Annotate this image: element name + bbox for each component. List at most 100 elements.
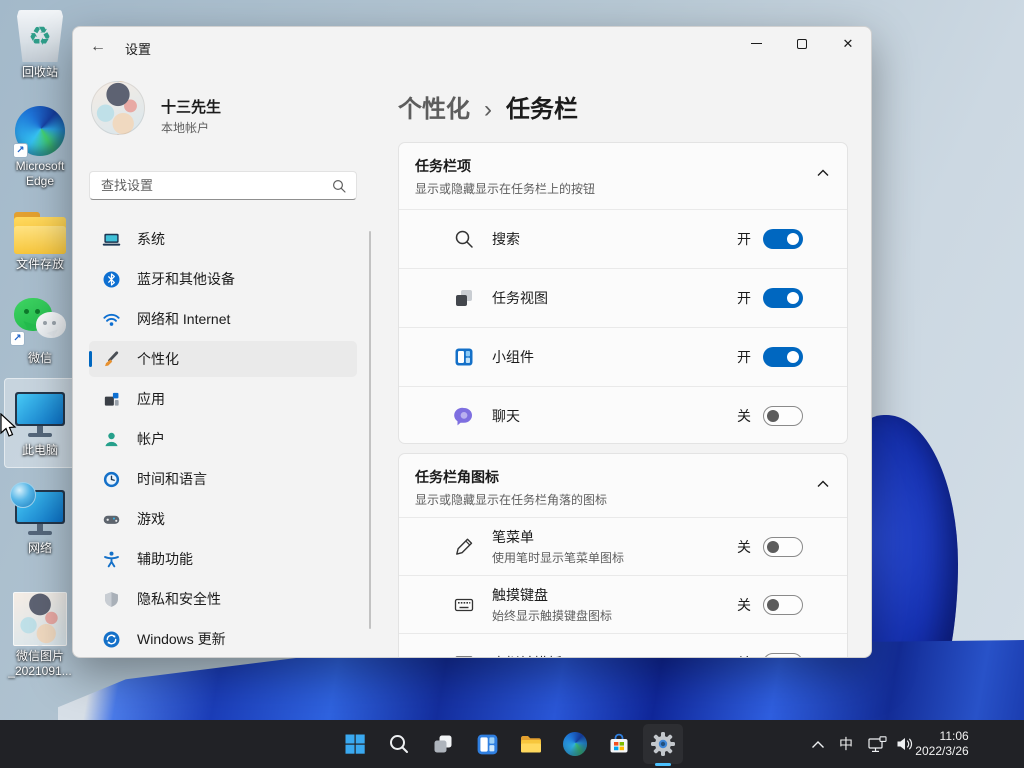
row-label: 聊天	[492, 408, 520, 424]
toggle-knob	[767, 656, 779, 657]
globe-icon	[10, 482, 36, 508]
taskbar-search-button[interactable]	[377, 720, 421, 768]
chevron-up-icon[interactable]	[817, 480, 829, 488]
selected-indicator	[89, 351, 92, 367]
clock[interactable]: 11:06 2022/3/26	[908, 720, 976, 768]
desktop-icon-network[interactable]: 网络	[1, 482, 79, 556]
toggle-task-view[interactable]	[763, 288, 803, 308]
store-button[interactable]	[597, 720, 641, 768]
wifi-icon	[102, 310, 121, 329]
sidebar-item-bluetooth-devices[interactable]: 蓝牙和其他设备	[89, 261, 357, 297]
toggle-state-label: 开	[737, 290, 751, 306]
section-taskbar-corner-icons: 任务栏角图标 显示或隐藏显示在任务栏角落的图标 笔菜单 使用笔时显示笔菜单图标 …	[398, 453, 848, 658]
shield-icon	[102, 590, 121, 609]
sidebar-item-accounts[interactable]: 帐户	[89, 421, 357, 457]
toggle-state-label: 关	[737, 653, 751, 658]
title-bar[interactable]: ← 设置 ✕	[73, 27, 871, 67]
chat-icon	[453, 405, 475, 427]
close-button[interactable]: ✕	[825, 27, 871, 60]
settings-button[interactable]	[641, 720, 685, 768]
sidebar-item-apps[interactable]: 应用	[89, 381, 357, 417]
toggle-chat[interactable]	[763, 406, 803, 426]
recycle-bin-icon: ♻	[17, 10, 63, 62]
sidebar-scrollbar[interactable]	[369, 231, 371, 629]
sidebar-item-personalization[interactable]: 个性化	[89, 341, 357, 377]
breadcrumb: 个性化 › 任务栏	[398, 89, 578, 124]
toggle-knob	[767, 540, 779, 553]
sidebar-item-privacy-security[interactable]: 隐私和安全性	[89, 581, 357, 617]
pen-icon	[453, 536, 475, 558]
search-icon	[332, 179, 346, 193]
section-header[interactable]: 任务栏项 显示或隐藏显示在任务栏上的按钮	[399, 143, 847, 209]
ethernet-icon	[867, 735, 887, 752]
toggle-knob	[787, 351, 799, 363]
chevron-up-icon[interactable]	[817, 169, 829, 177]
task-view-icon	[453, 287, 475, 309]
minimize-icon	[750, 43, 762, 44]
bluetooth-icon	[102, 270, 121, 289]
personalization-icon	[102, 350, 121, 369]
system-icon	[102, 230, 121, 249]
network-tray-icon[interactable]	[863, 720, 891, 768]
toggle-pen-menu[interactable]	[763, 536, 803, 557]
row-label: 虚拟触摸板	[492, 653, 562, 658]
tray-date: 2022/3/26	[915, 744, 969, 758]
row-label: 搜索	[492, 231, 520, 247]
widgets-button[interactable]	[465, 720, 509, 768]
user-avatar[interactable]	[91, 81, 145, 135]
toggle-touch-keyboard[interactable]	[763, 594, 803, 615]
account-type: 本地帐户	[161, 121, 210, 135]
settings-content: 个性化 › 任务栏 任务栏项 显示或隐藏显示在任务栏上的按钮 搜索 开 任务视图…	[398, 67, 871, 658]
toggle-widgets[interactable]	[763, 347, 803, 367]
edge-button[interactable]	[553, 720, 597, 768]
apps-icon	[102, 390, 121, 409]
user-name: 十三先生	[161, 99, 222, 116]
sidebar-item-network-internet[interactable]: 网络和 Internet	[89, 301, 357, 337]
file-explorer-button[interactable]	[509, 720, 553, 768]
section-title: 任务栏项	[415, 158, 471, 174]
sidebar-item-system[interactable]: 系统	[89, 221, 357, 257]
back-button[interactable]: ←	[87, 36, 109, 58]
tray-time: 11:06	[939, 729, 969, 743]
desktop-icon-microsoft-edge[interactable]: ↗ Microsoft Edge	[1, 106, 79, 189]
sidebar-item-accessibility[interactable]: 辅助功能	[89, 541, 357, 577]
breadcrumb-parent[interactable]: 个性化	[398, 96, 470, 123]
toggle-state-label: 开	[737, 231, 751, 247]
section-header[interactable]: 任务栏角图标 显示或隐藏显示在任务栏角落的图标	[399, 454, 847, 517]
maximize-button[interactable]	[779, 27, 825, 60]
tray-show-hidden-icons[interactable]	[806, 720, 830, 768]
window-title: 设置	[125, 42, 152, 57]
section-taskbar-items: 任务栏项 显示或隐藏显示在任务栏上的按钮 搜索 开 任务视图 开 小组件 开 聊…	[398, 142, 848, 444]
toggle-search[interactable]	[763, 229, 803, 249]
task-view-button[interactable]	[421, 720, 465, 768]
edge-taskbar-icon	[563, 732, 587, 756]
start-button[interactable]	[333, 720, 377, 768]
desktop-icon-file-folder[interactable]: 文件存放	[1, 212, 79, 272]
sidebar-item-time-language[interactable]: 时间和语言	[89, 461, 357, 497]
section-subtitle: 显示或隐藏显示在任务栏角落的图标	[415, 493, 608, 507]
mouse-cursor	[0, 413, 17, 437]
widgets-taskbar-icon	[477, 734, 497, 754]
ime-indicator[interactable]: 中	[833, 720, 859, 768]
edge-icon: ↗	[13, 106, 65, 158]
toggle-state-label: 开	[737, 349, 751, 365]
accessibility-icon	[102, 550, 121, 569]
image-thumbnail	[13, 592, 67, 646]
setting-row-pen-menu: 笔菜单 使用笔时显示笔菜单图标 关	[399, 517, 847, 575]
setting-row-search: 搜索 开	[399, 209, 847, 268]
toggle-virtual-touchpad[interactable]	[763, 652, 803, 657]
sidebar-item-windows-update[interactable]: Windows 更新	[89, 621, 357, 657]
minimize-button[interactable]	[733, 27, 779, 60]
shortcut-arrow-icon: ↗	[13, 143, 28, 158]
desktop-icon-wechat-image[interactable]: 微信图片 _2021091...	[1, 592, 79, 679]
desktop-icon-recycle-bin[interactable]: ♻ 回收站	[1, 10, 79, 80]
search-input[interactable]	[90, 178, 332, 193]
desktop-icon-wechat[interactable]: ↗ 微信	[1, 296, 79, 366]
settings-search-box[interactable]	[89, 171, 357, 200]
sidebar-item-gaming[interactable]: 游戏	[89, 501, 357, 537]
breadcrumb-separator-icon: ›	[484, 96, 492, 123]
toggle-state-label: 关	[737, 596, 751, 613]
back-icon: ←	[90, 38, 106, 55]
folder-icon	[14, 212, 66, 254]
desktop: ♻ 回收站 ↗ Microsoft Edge 文件存放 ↗ 微信 此电脑 网络 …	[0, 0, 1024, 768]
